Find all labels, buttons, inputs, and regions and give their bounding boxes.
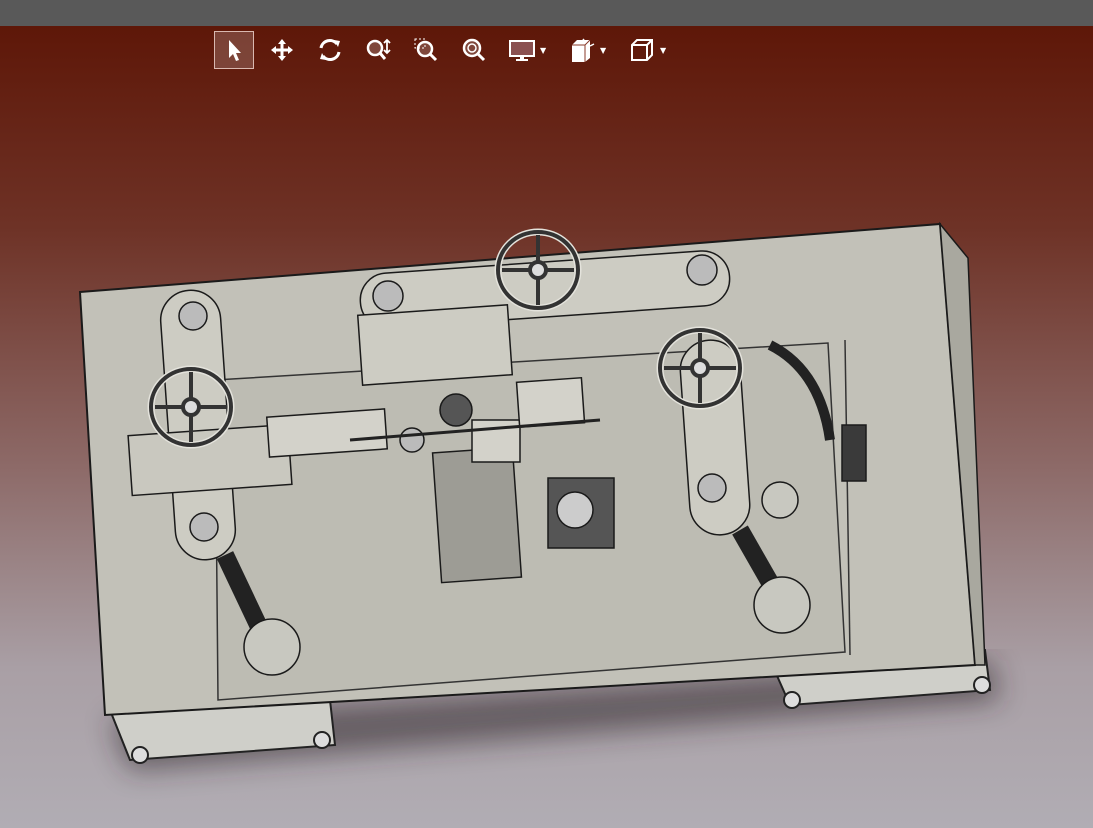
pan-button[interactable] (262, 31, 302, 69)
handwheel-left (147, 365, 235, 449)
zoom-fit-icon (462, 38, 486, 62)
zoom-icon (366, 38, 391, 60)
handwheel-top (494, 228, 582, 312)
rotate-icon (319, 39, 341, 61)
zoom-fit-button[interactable] (454, 31, 494, 69)
title-bar (0, 0, 1093, 26)
pan-icon (271, 39, 293, 61)
zoom-window-button[interactable] (406, 31, 446, 69)
select-arrow-icon (229, 40, 241, 61)
rotate-button[interactable] (310, 31, 350, 69)
zoom-window-icon (414, 38, 438, 62)
view-orientation-cube-icon (631, 39, 653, 61)
select-button[interactable] (214, 31, 254, 69)
view-orientation-button[interactable] (622, 31, 662, 69)
zoom-button[interactable] (358, 31, 398, 69)
view-toolbar: ▼ ▼ ▼ (214, 30, 682, 70)
display-mode-button[interactable] (502, 31, 542, 69)
handwheel-right (656, 326, 744, 410)
display-mode-icon (509, 40, 535, 61)
section-view-icon (572, 38, 595, 62)
cad-model-machine[interactable] (0, 26, 1093, 828)
section-view-button[interactable] (562, 31, 602, 69)
